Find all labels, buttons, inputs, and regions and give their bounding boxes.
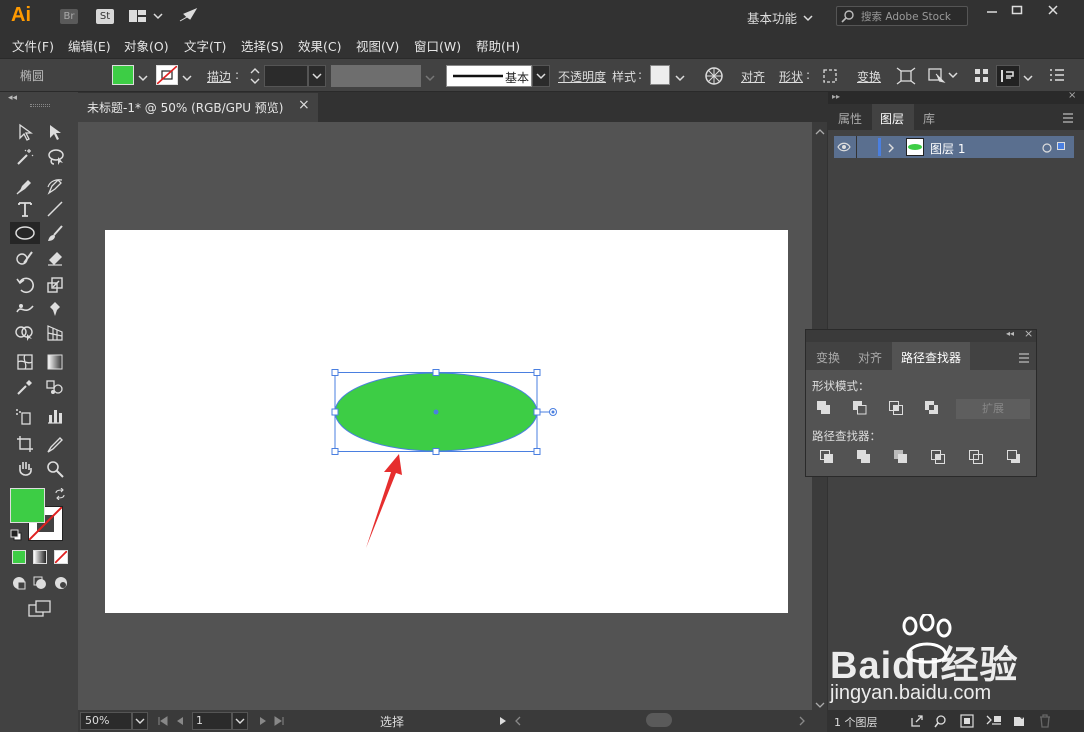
layer-count: 1 个图层: [834, 716, 878, 729]
search-icon: [841, 9, 855, 26]
minus-back-icon[interactable]: [1003, 448, 1025, 466]
pathfinder-panel: ◂◂ × 变换 对齐 路径查找器 形状模式： 扩展 路径查找器：: [805, 327, 1037, 477]
new-sublayer-icon[interactable]: [986, 714, 1002, 731]
maximize-icon[interactable]: [1011, 4, 1023, 19]
locate-object-icon[interactable]: [934, 714, 948, 731]
artboard-dropdown[interactable]: [232, 712, 248, 730]
scroll-right-icon[interactable]: [798, 715, 806, 729]
selection-indicator[interactable]: [1057, 142, 1065, 150]
select-similar-icon[interactable]: [928, 67, 958, 88]
minimize-icon[interactable]: [986, 4, 998, 19]
layer-thumbnail: [906, 138, 924, 156]
trash-icon[interactable]: [1038, 714, 1052, 731]
stock-search-field[interactable]: 搜索 Adobe Stock: [836, 6, 968, 26]
scroll-left-icon[interactable]: [514, 715, 522, 729]
annotation-arrow: [366, 454, 402, 548]
next-artboard-icon[interactable]: [258, 715, 268, 729]
artboard-number: 1: [196, 714, 203, 727]
pathfinder-header[interactable]: ◂◂ ×: [806, 327, 1036, 342]
minus-front-icon[interactable]: [849, 399, 871, 417]
divide-icon[interactable]: [816, 448, 838, 466]
layer-color-bar: [878, 138, 881, 156]
tab-pathfinder-label: 路径查找器: [901, 351, 962, 365]
pathfinders-label: 路径查找器：: [812, 429, 881, 443]
layer-name[interactable]: 图层 1: [930, 140, 965, 157]
tab-align[interactable]: 对齐: [858, 349, 882, 366]
horizontal-scroll-thumb[interactable]: [646, 713, 672, 727]
chevron-down-icon[interactable]: [1023, 71, 1033, 85]
close-dock-icon[interactable]: ×: [1068, 90, 1076, 101]
eye-icon[interactable]: [837, 141, 851, 156]
arrange-grid-icon[interactable]: [974, 68, 990, 87]
center-point: [433, 409, 439, 415]
first-artboard-icon[interactable]: [158, 715, 168, 729]
lock-toggle[interactable]: [856, 136, 857, 158]
close-icon[interactable]: [1047, 4, 1059, 19]
panel-menu-icon[interactable]: [1049, 68, 1065, 85]
export-icon[interactable]: [910, 714, 924, 731]
transform-label[interactable]: 变换: [857, 68, 881, 85]
zoom-value: 50%: [85, 714, 110, 727]
tab-transform[interactable]: 变换: [816, 349, 840, 366]
new-layer-icon[interactable]: [1012, 714, 1026, 731]
outline-icon[interactable]: [965, 448, 987, 466]
watermark-url: jingyan.baidu.com: [830, 682, 992, 704]
tab-pathfinder[interactable]: 路径查找器: [892, 342, 970, 370]
tab-properties[interactable]: 属性: [838, 110, 862, 127]
watermark-brand: Baidu经验: [830, 645, 1019, 687]
panel-dock-header: ▸▸ ×: [828, 90, 1084, 104]
panel-tab-row: 属性 图层 库: [828, 104, 1084, 130]
zoom-field[interactable]: 50%: [80, 712, 132, 730]
previous-artboard-icon[interactable]: [175, 715, 185, 729]
panel-menu-icon[interactable]: [1062, 112, 1074, 126]
status-bar: 50% 1 选择: [78, 710, 827, 732]
collapse-dock-icon[interactable]: ▸▸: [832, 92, 840, 101]
layers-footer: 1 个图层: [828, 710, 1084, 732]
trim-icon[interactable]: [853, 448, 875, 466]
unite-icon[interactable]: [813, 399, 835, 417]
chevron-right-icon[interactable]: [887, 142, 895, 156]
panel-menu-icon[interactable]: [1018, 352, 1030, 366]
tab-libraries[interactable]: 库: [923, 110, 935, 127]
collapse-panel-icon[interactable]: ◂◂: [1006, 329, 1014, 338]
align-options-button[interactable]: [996, 65, 1020, 87]
last-artboard-icon[interactable]: [274, 715, 284, 729]
layer-row[interactable]: 图层 1: [834, 136, 1074, 158]
merge-icon[interactable]: [890, 448, 912, 466]
status-menu-icon[interactable]: [498, 715, 508, 729]
baidu-watermark: Baidu经验 jingyan.baidu.com: [830, 614, 1080, 710]
zoom-dropdown[interactable]: [132, 712, 148, 730]
status-mode[interactable]: 选择: [380, 713, 404, 730]
search-placeholder: 搜索 Adobe Stock: [861, 11, 951, 23]
tab-layers-label: 图层: [880, 112, 905, 126]
artboard-number-field[interactable]: 1: [192, 712, 232, 730]
close-panel-icon[interactable]: ×: [1024, 327, 1033, 340]
tab-layers[interactable]: 图层: [872, 104, 914, 130]
scroll-up-icon[interactable]: [815, 125, 825, 139]
expand-button: 扩展: [956, 399, 1030, 419]
isolate-object-icon[interactable]: [896, 67, 916, 88]
pie-widget-handle[interactable]: [549, 408, 557, 416]
pathfinder-tab-row: 变换 对齐 路径查找器: [806, 342, 1036, 370]
crop-icon[interactable]: [927, 448, 949, 466]
selected-ellipse-layer[interactable]: [0, 0, 827, 710]
target-icon[interactable]: [1042, 142, 1052, 156]
shape-modes-label: 形状模式：: [812, 379, 870, 393]
exclude-icon[interactable]: [921, 399, 943, 417]
intersect-icon[interactable]: [885, 399, 907, 417]
make-clipping-mask-icon[interactable]: [960, 714, 974, 731]
